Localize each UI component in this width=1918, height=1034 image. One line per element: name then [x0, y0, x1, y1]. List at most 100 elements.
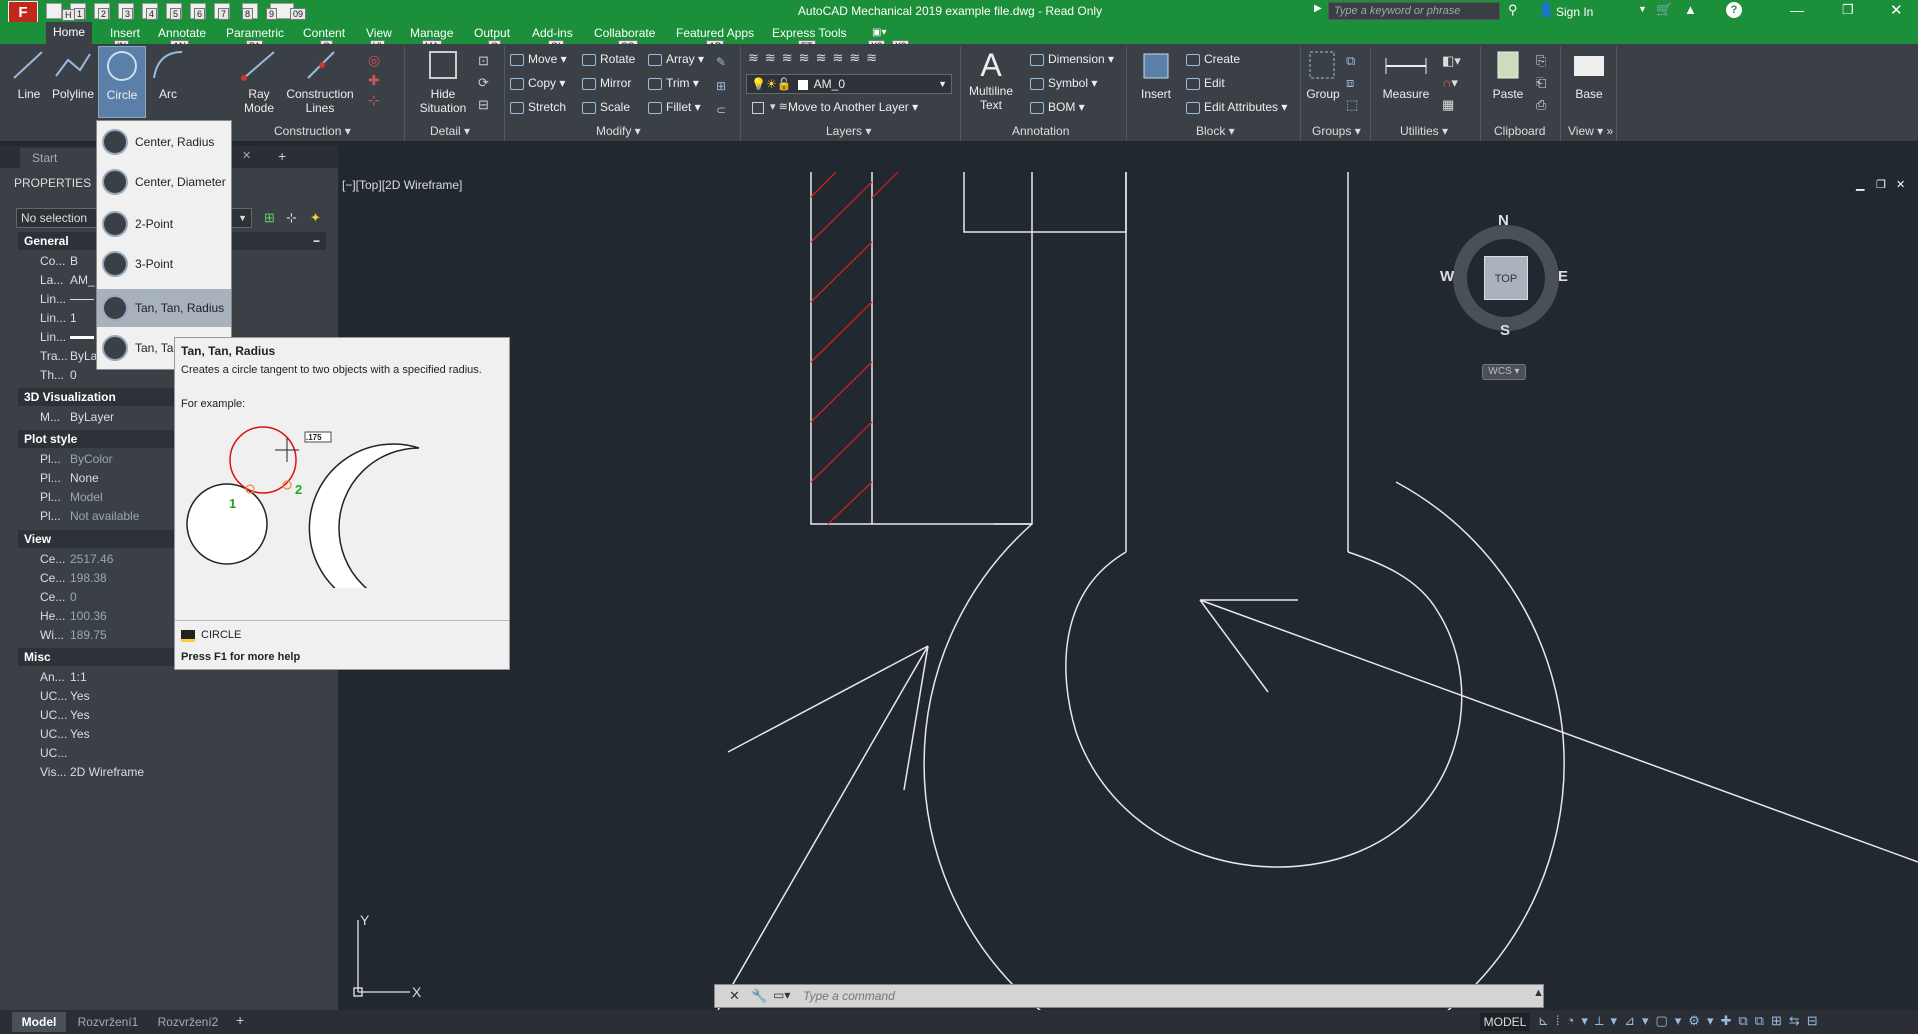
mirror-button[interactable]: Mirror: [582, 76, 631, 90]
symbol-button[interactable]: Symbol ▾: [1030, 76, 1097, 90]
tab-express-tools[interactable]: Express Tools: [772, 26, 846, 40]
command-recent-icon[interactable]: ▭▾: [773, 988, 790, 1002]
panel-title-block[interactable]: Block ▾: [1196, 124, 1235, 138]
detail-tools-icon[interactable]: ⊡ ⟳ ⊟: [478, 50, 498, 112]
command-close-icon[interactable]: ✕: [729, 988, 740, 1004]
new-layout-icon[interactable]: +: [236, 1012, 244, 1028]
file-tab-close-icon[interactable]: ✕: [242, 149, 251, 162]
property-row[interactable]: UC...: [0, 744, 326, 763]
circle-button[interactable]: Circle: [98, 46, 146, 118]
drawing-viewport[interactable]: [−][Top][2D Wireframe] ▁ ❐ ✕ Y X TOP N S…: [338, 172, 1918, 1010]
dimension-button[interactable]: Dimension ▾: [1030, 52, 1114, 66]
command-history-icon[interactable]: ▲: [1533, 987, 1544, 999]
sign-in-link[interactable]: Sign In: [1556, 5, 1593, 19]
panel-title-groups[interactable]: Groups ▾: [1312, 124, 1361, 138]
tab-manage[interactable]: Manage: [410, 26, 453, 40]
move-button[interactable]: Move ▾: [510, 52, 567, 66]
search-arrow-icon[interactable]: ▶: [1314, 3, 1322, 14]
binoculars-icon[interactable]: ⚲: [1508, 2, 1518, 18]
ribbon-toggle-icon[interactable]: ▣▾: [872, 27, 886, 38]
measure-button[interactable]: Measure: [1378, 46, 1434, 118]
sign-in-chevron-icon[interactable]: ▼: [1638, 4, 1647, 14]
layout-tab-model[interactable]: Model: [12, 1012, 66, 1032]
tab-collaborate[interactable]: Collaborate: [594, 26, 655, 40]
compass-west[interactable]: W: [1440, 268, 1454, 285]
ray-mode-button[interactable]: Ray Mode: [234, 46, 284, 118]
array-button[interactable]: Array ▾: [648, 52, 704, 66]
tab-featured-apps[interactable]: Featured Apps: [676, 26, 754, 40]
paste-button[interactable]: Paste: [1488, 46, 1528, 118]
property-row[interactable]: Vis... 2D Wireframe: [0, 763, 326, 782]
utilities-tools-icons[interactable]: ◧▾ ∩▾ ▦: [1442, 50, 1461, 116]
hide-situation-button[interactable]: Hide Situation: [414, 46, 472, 118]
circle-center-radius-item[interactable]: Center, Radius: [97, 123, 231, 161]
bom-button[interactable]: BOM ▾: [1030, 100, 1085, 114]
multiline-text-button[interactable]: A Multiline Text: [964, 46, 1018, 118]
circle-3-point-item[interactable]: 3-Point: [97, 245, 231, 283]
command-input[interactable]: Type a command: [803, 989, 895, 1003]
layer-properties-icon[interactable]: ▾ ≋: [770, 100, 788, 113]
tab-home[interactable]: Home: [46, 22, 92, 44]
minimize-icon[interactable]: —: [1790, 2, 1804, 18]
a360-icon[interactable]: ▲: [1684, 2, 1697, 17]
property-row[interactable]: UC... Yes: [0, 725, 326, 744]
arc-button[interactable]: Arc: [148, 46, 188, 118]
create-block-button[interactable]: Create: [1186, 52, 1240, 66]
polyline-button[interactable]: Polyline: [50, 46, 96, 118]
select-objects-icon[interactable]: ⊹: [286, 210, 297, 226]
base-view-button[interactable]: Base: [1566, 46, 1612, 118]
layer-dropdown[interactable]: 💡☀🔓 AM_0 ▼: [746, 74, 952, 94]
command-customize-icon[interactable]: 🔧: [751, 988, 767, 1004]
modify-extra-icons[interactable]: ✎ ⊞ ⊂: [716, 50, 736, 122]
group-button[interactable]: Group: [1304, 46, 1342, 118]
fillet-button[interactable]: Fillet ▾: [648, 100, 701, 114]
property-row[interactable]: UC... Yes: [0, 687, 326, 706]
compass-south[interactable]: S: [1500, 322, 1510, 339]
layout-tab-1[interactable]: Rozvržení1: [70, 1012, 146, 1032]
line-button[interactable]: Line: [8, 46, 50, 118]
tab-start[interactable]: Start: [20, 148, 106, 168]
help-search-input[interactable]: Type a keyword or phrase: [1328, 2, 1500, 20]
layout-tab-2[interactable]: Rozvržení2: [150, 1012, 226, 1032]
property-row[interactable]: UC... Yes: [0, 706, 326, 725]
help-icon[interactable]: ?: [1726, 2, 1742, 18]
panel-title-detail[interactable]: Detail ▾: [430, 124, 470, 138]
construction-tools-icon[interactable]: ◎ ✚ ⊹: [368, 50, 398, 110]
circle-2-point-item[interactable]: 2-Point: [97, 205, 231, 243]
stretch-button[interactable]: Stretch: [510, 100, 566, 114]
insert-block-button[interactable]: Insert: [1134, 46, 1178, 118]
layer-tools-row[interactable]: ≋≋≋≋≋≋≋≋: [748, 50, 954, 66]
panel-title-utilities[interactable]: Utilities ▾: [1400, 124, 1448, 138]
new-tab-icon[interactable]: +: [278, 148, 286, 164]
model-space-button[interactable]: MODEL: [1480, 1013, 1530, 1031]
app-logo[interactable]: F: [8, 1, 38, 23]
trim-button[interactable]: Trim ▾: [648, 76, 699, 90]
pickadd-icon[interactable]: ✦: [310, 210, 321, 226]
viewcube[interactable]: TOP N S E W: [1440, 212, 1568, 339]
move-to-layer-button[interactable]: Move to Another Layer ▾: [788, 100, 918, 114]
property-row[interactable]: An... 1:1: [0, 668, 326, 687]
edit-attributes-button[interactable]: Edit Attributes ▾: [1186, 100, 1287, 114]
panel-title-modify[interactable]: Modify ▾: [596, 124, 641, 138]
cart-icon[interactable]: 🛒: [1656, 2, 1672, 18]
tab-add-ins[interactable]: Add-ins: [532, 26, 573, 40]
copy-button[interactable]: Copy ▾: [510, 76, 565, 90]
tab-insert[interactable]: Insert: [110, 26, 140, 40]
close-icon[interactable]: ✕: [1890, 1, 1903, 19]
restore-icon[interactable]: ❐: [1842, 2, 1854, 18]
compass-east[interactable]: E: [1558, 268, 1568, 285]
tab-content[interactable]: Content: [303, 26, 345, 40]
new-icon[interactable]: [46, 3, 62, 19]
group-tools-icons[interactable]: ⧉ ⧈ ⬚: [1346, 50, 1358, 116]
scale-button[interactable]: Scale: [582, 100, 630, 114]
tab-view[interactable]: View: [366, 26, 392, 40]
compass-north[interactable]: N: [1498, 212, 1509, 229]
wcs-menu[interactable]: WCS ▾: [1482, 364, 1526, 380]
panel-title-layers[interactable]: Layers ▾: [826, 124, 871, 138]
user-icon[interactable]: 👤: [1538, 2, 1554, 18]
panel-title-clipboard[interactable]: Clipboard: [1494, 124, 1545, 138]
rotate-button[interactable]: Rotate: [582, 52, 635, 66]
tab-parametric[interactable]: Parametric: [226, 26, 284, 40]
edit-block-button[interactable]: Edit: [1186, 76, 1225, 90]
tab-output[interactable]: Output: [474, 26, 510, 40]
